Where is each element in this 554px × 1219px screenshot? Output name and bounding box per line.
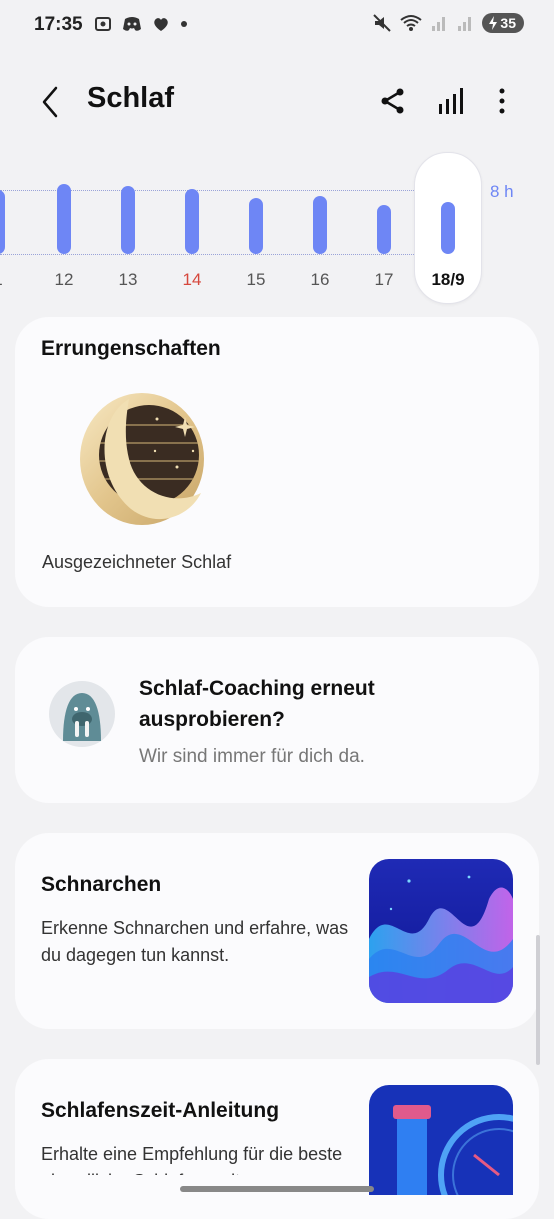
sleep-chart[interactable]: 8 h 1 12 13 14 15 16 17 18/9 xyxy=(0,150,554,310)
bedtime-description: Erhalte eine Empfehlung für die beste ab… xyxy=(41,1144,343,1175)
more-options-icon[interactable] xyxy=(487,86,517,116)
status-time: 17:35 xyxy=(34,14,83,35)
achievements-title: Errungenschaften xyxy=(41,337,221,360)
coaching-subtitle: Wir sind immer für dich da. xyxy=(139,746,365,767)
app-header: Schlaf xyxy=(0,78,554,126)
back-arrow-icon[interactable] xyxy=(36,84,66,120)
sleep-bar-17[interactable] xyxy=(377,205,391,254)
charging-icon xyxy=(489,16,498,30)
dot-icon xyxy=(181,21,187,27)
bedtime-clock-icon xyxy=(369,1085,513,1195)
stats-icon[interactable] xyxy=(436,86,466,116)
wifi-icon xyxy=(400,15,423,31)
snoring-title: Schnarchen xyxy=(41,873,162,896)
sleep-bar-18-9[interactable] xyxy=(441,202,455,254)
share-icon[interactable] xyxy=(378,86,408,116)
snoring-description: Erkenne Schnarchen und erfahre, was du d… xyxy=(41,918,349,965)
day-label-15[interactable]: 15 xyxy=(231,270,281,290)
gesture-nav-bar[interactable] xyxy=(180,1186,374,1192)
target-label: 8 h xyxy=(490,182,514,201)
day-label-14[interactable]: 14 xyxy=(167,270,217,290)
coaching-title: Schlaf-Coaching erneut ausprobieren? xyxy=(139,677,375,731)
signal-icon xyxy=(432,17,446,31)
bedtime-title: Schlafenszeit-Anleitung xyxy=(41,1099,280,1122)
day-label-17[interactable]: 17 xyxy=(359,270,409,290)
discord-icon xyxy=(123,17,141,31)
achievements-card[interactable]: Errungenschaften Ausgezeichneter Schlaf xyxy=(15,317,539,607)
battery-level: 35 xyxy=(500,15,516,31)
status-bar: 17:35 35 xyxy=(0,0,554,52)
walrus-avatar-icon xyxy=(49,681,115,747)
day-label-12[interactable]: 12 xyxy=(39,270,89,290)
bedtime-card[interactable]: Schlafenszeit-Anleitung Erhalte eine Emp… xyxy=(15,1059,539,1219)
day-label-16[interactable]: 16 xyxy=(295,270,345,290)
coaching-card[interactable]: Schlaf-Coaching erneut ausprobieren? Wir… xyxy=(15,637,539,803)
battery-indicator: 35 xyxy=(482,13,524,33)
day-label-13[interactable]: 13 xyxy=(103,270,153,290)
sleep-bar-14[interactable] xyxy=(185,189,199,254)
badge-label: Ausgezeichneter Schlaf xyxy=(42,552,232,572)
snoring-card[interactable]: Schnarchen Erkenne Schnarchen und erfahr… xyxy=(15,833,539,1029)
sleep-bar-16[interactable] xyxy=(313,196,327,254)
sleep-bar-12[interactable] xyxy=(57,184,71,254)
moon-badge-icon[interactable] xyxy=(77,389,207,529)
sleep-bar-15[interactable] xyxy=(249,198,263,254)
mute-icon xyxy=(373,14,392,32)
screenshot-icon xyxy=(95,17,111,31)
day-label-18-9[interactable]: 18/9 xyxy=(423,270,473,290)
page-title: Schlaf xyxy=(87,82,175,114)
day-label-1[interactable]: 1 xyxy=(0,270,23,290)
scrollbar[interactable] xyxy=(536,935,540,1065)
signal-icon-2 xyxy=(458,17,472,31)
baseline-gridline xyxy=(0,254,414,255)
heart-shield-icon xyxy=(154,18,168,31)
sleep-bar-1[interactable] xyxy=(0,190,5,254)
sleep-bar-13[interactable] xyxy=(121,186,135,254)
snoring-wave-icon xyxy=(369,859,513,1003)
